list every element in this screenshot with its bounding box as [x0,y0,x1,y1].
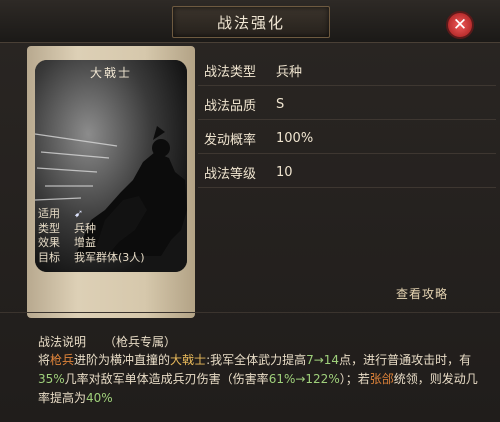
description-title: 战法说明 [38,335,87,349]
description-segment: 张郃 [369,372,394,386]
description-segment: 7→14 [306,353,340,367]
view-guide-link[interactable]: 查看攻略 [396,285,448,302]
stat-key: 适用 [38,207,60,220]
skill-stats: 适用 ➹ 类型 兵种 效果 增益 目标 我军群体(3人) [38,207,188,265]
attribute-label: 战法类型 [204,64,257,80]
attribute-row-type: 战法类型 兵种 [198,55,496,86]
stat-key: 目标 [38,250,60,264]
description-segment: 几率对敌军单体造成兵刃伤害（伤害率 [64,372,269,386]
section-divider [0,312,500,313]
stat-row-applicable: 适用 ➹ [38,207,188,222]
description-tag: （枪兵专属） [104,335,177,349]
description-segment: 40% [86,391,113,405]
description-header: 战法说明 （枪兵专属） [38,333,176,350]
attribute-label: 发动概率 [204,132,257,148]
cavalry-icon: ➹ [74,207,84,220]
attribute-value: S [276,96,285,112]
close-button[interactable]: ✕ [446,11,474,39]
description-segment: 进阶为横冲直撞的 [74,353,171,367]
description-segment: :我军全体武力提高 [206,353,307,367]
description-segment: 枪兵 [50,353,75,367]
attribute-row-quality: 战法品质 S [198,89,496,120]
stat-value: 增益 [74,236,96,249]
stat-row-type: 类型 兵种 [38,222,188,237]
panel-header: 战法强化 ✕ [0,0,500,43]
description-segment: 61%→122% [268,372,340,386]
attribute-label: 战法品质 [204,98,257,114]
description-segment: ）；若 [339,372,370,386]
attribute-value: 10 [276,164,293,180]
description-segment: 大戟士 [170,353,207,367]
description-segment: 点，进行普通攻击时，有 [339,353,472,367]
stat-value: 我军群体(3人) [74,250,145,264]
description-segment: 将 [38,353,51,367]
stat-value: 兵种 [74,221,96,235]
attribute-label: 战法等级 [204,166,257,182]
attribute-row-level: 战法等级 10 [198,157,496,188]
stat-key: 效果 [38,236,60,249]
stat-row-target: 目标 我军群体(3人) [38,251,188,266]
close-icon: ✕ [452,14,468,35]
panel-title: 战法强化 [172,6,330,38]
attribute-value: 兵种 [276,64,303,80]
skill-name: 大戟士 [89,66,132,80]
stat-key: 类型 [38,221,60,235]
stat-row-effect: 效果 增益 [38,236,188,251]
attribute-value: 100% [276,130,314,146]
description-segment: 35% [38,372,65,386]
attribute-row-probability: 发动概率 100% [198,123,496,154]
description-text: 将枪兵进阶为横冲直撞的大戟士:我军全体武力提高7→14点，进行普通攻击时，有 35… [38,351,488,408]
